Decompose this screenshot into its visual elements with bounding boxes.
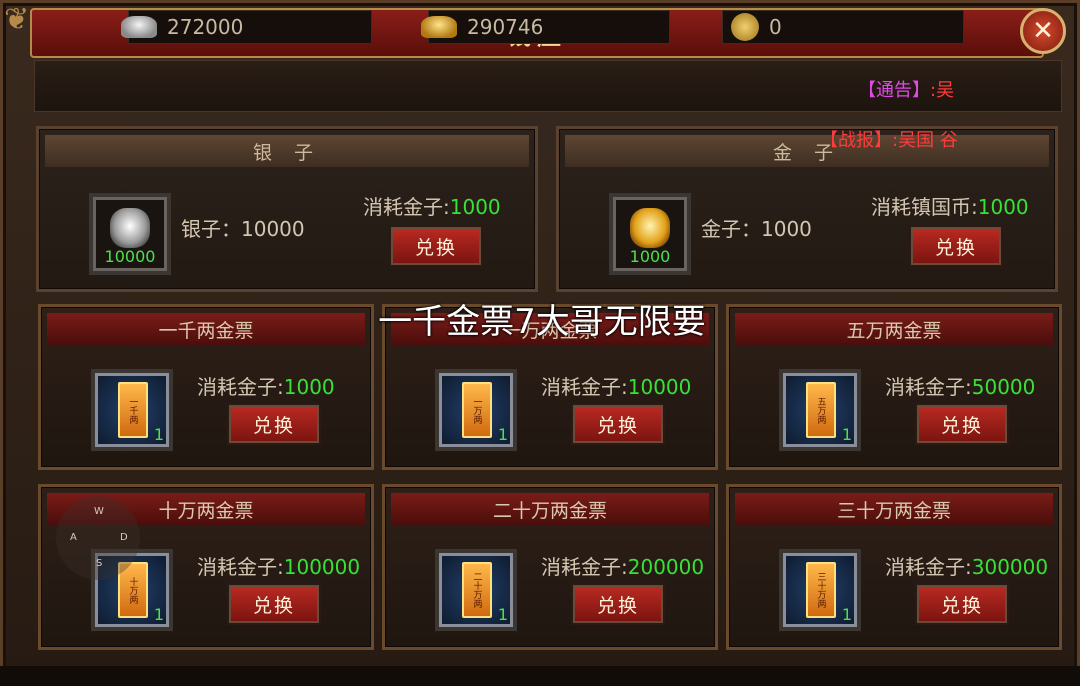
gold-ticket-icon: 三十万两 <box>806 562 836 618</box>
cost-value: 1000 <box>977 195 1029 219</box>
bottom-edge <box>0 666 1080 686</box>
ticket-item-slot[interactable]: 二十万两 1 <box>439 553 513 627</box>
gold-ticket-card: 五万两金票 五万两 1 消耗金子:50000 兑换 <box>726 304 1062 470</box>
cost-label: 消耗金子: <box>197 555 284 579</box>
cost-label: 消耗镇国币: <box>871 195 978 219</box>
cost-line: 消耗金子:300000 <box>885 551 1048 580</box>
item-count: 10000 <box>104 247 156 266</box>
exchange-button[interactable]: 兑换 <box>229 585 319 623</box>
notice-message: 【通告】:吴 <box>858 76 954 102</box>
gold-balance: 290746 <box>421 10 670 44</box>
coin-balance: 0 <box>722 10 964 44</box>
gold-ingot-icon <box>421 16 457 38</box>
battle-report: 【战报】:吴国 谷 <box>820 126 958 152</box>
item-count: 1000 <box>629 247 671 266</box>
gold-ticket-card: 三十万两金票 三十万两 1 消耗金子:300000 兑换 <box>726 484 1062 650</box>
coin-icon <box>731 13 759 41</box>
cost-value: 300000 <box>971 555 1049 579</box>
silver-ingot-icon <box>110 208 150 248</box>
exchange-button[interactable]: 兑换 <box>391 227 481 265</box>
overlay-caption: 一千金票7大哥无限要 <box>378 302 706 342</box>
battle-text: :吴国 谷 <box>892 130 958 151</box>
cost-label: 消耗金子: <box>885 375 972 399</box>
cost-line: 消耗金子:10000 <box>541 371 691 400</box>
cost-value: 10000 <box>627 375 692 399</box>
item-count: 1 <box>841 425 852 444</box>
cost-line: 消耗金子:200000 <box>541 551 704 580</box>
coin-balance-value: 0 <box>769 15 782 39</box>
card-title: 五万两金票 <box>735 313 1053 345</box>
ticket-item-slot[interactable]: 五万两 1 <box>783 373 857 447</box>
joystick-d: D <box>120 532 128 543</box>
item-count: 1 <box>153 425 164 444</box>
panel-title: 银 子 <box>45 135 529 167</box>
gold-ticket-card: 二十万两金票 二十万两 1 消耗金子:200000 兑换 <box>382 484 718 650</box>
gold-ticket-icon: 一万两 <box>462 382 492 438</box>
item-label: 银子：10000 <box>181 217 305 241</box>
gold-item-slot[interactable]: 1000 <box>613 197 687 271</box>
item-count: 1 <box>153 605 164 624</box>
cost-label: 消耗金子: <box>885 555 972 579</box>
joystick-w: W <box>94 506 104 517</box>
silver-balance: 272000 <box>121 10 372 44</box>
battle-tag: 【战报】 <box>820 130 892 151</box>
gold-ticket-icon: 一千两 <box>118 382 148 438</box>
gold-ticket-icon: 二十万两 <box>462 562 492 618</box>
cost-label: 消耗金子: <box>541 555 628 579</box>
ticket-item-slot[interactable]: 一千两 1 <box>95 373 169 447</box>
gold-ingot-icon <box>630 208 670 248</box>
ticket-item-slot[interactable]: 三十万两 1 <box>783 553 857 627</box>
item-label: 金子：1000 <box>701 217 812 241</box>
exchange-button[interactable]: 兑换 <box>917 585 1007 623</box>
cost-line: 消耗金子:50000 <box>885 371 1035 400</box>
exchange-button[interactable]: 兑换 <box>911 227 1001 265</box>
panel-title: 金 子 <box>565 135 1049 167</box>
cost-line: 消耗金子:1000 <box>363 191 501 220</box>
item-count: 1 <box>497 605 508 624</box>
cost-line: 消耗金子:100000 <box>197 551 360 580</box>
item-count: 1 <box>497 425 508 444</box>
silver-ingot-icon <box>121 16 157 38</box>
gold-ticket-icon: 五万两 <box>806 382 836 438</box>
exchange-button[interactable]: 兑换 <box>573 405 663 443</box>
notice-text: :吴 <box>930 80 955 101</box>
cost-value: 1000 <box>283 375 335 399</box>
exchange-button[interactable]: 兑换 <box>917 405 1007 443</box>
gold-balance-value: 290746 <box>467 15 544 39</box>
silver-balance-value: 272000 <box>167 15 244 39</box>
cost-label: 消耗金子: <box>363 195 450 219</box>
cost-value: 100000 <box>283 555 361 579</box>
item-count: 1 <box>841 605 852 624</box>
joystick-s: S <box>96 558 103 569</box>
joystick-a: A <box>70 532 77 543</box>
cost-label: 消耗金子: <box>197 375 284 399</box>
cost-label: 消耗金子: <box>541 375 628 399</box>
notice-tag: 【通告】 <box>858 80 930 101</box>
ticket-item-slot[interactable]: 一万两 1 <box>439 373 513 447</box>
exchange-button[interactable]: 兑换 <box>229 405 319 443</box>
card-title: 一千两金票 <box>47 313 365 345</box>
silver-panel: 银 子 10000 银子：10000 消耗金子:1000 兑换 <box>36 126 538 292</box>
close-button[interactable]: ✕ <box>1020 8 1066 54</box>
cost-line: 消耗镇国币:1000 <box>871 191 1029 220</box>
silver-item-slot[interactable]: 10000 <box>93 197 167 271</box>
card-title: 三十万两金票 <box>735 493 1053 525</box>
card-title: 二十万两金票 <box>391 493 709 525</box>
cost-value: 200000 <box>627 555 705 579</box>
corner-ornament-icon: ❦ <box>4 2 30 37</box>
cost-value: 50000 <box>971 375 1036 399</box>
gold-panel: 金 子 1000 金子：1000 消耗镇国币:1000 兑换 <box>556 126 1058 292</box>
cost-value: 1000 <box>449 195 501 219</box>
cost-line: 消耗金子:1000 <box>197 371 335 400</box>
exchange-button[interactable]: 兑换 <box>573 585 663 623</box>
movement-joystick[interactable]: W A D S <box>56 496 140 580</box>
gold-ticket-card: 一千两金票 一千两 1 消耗金子:1000 兑换 <box>38 304 374 470</box>
